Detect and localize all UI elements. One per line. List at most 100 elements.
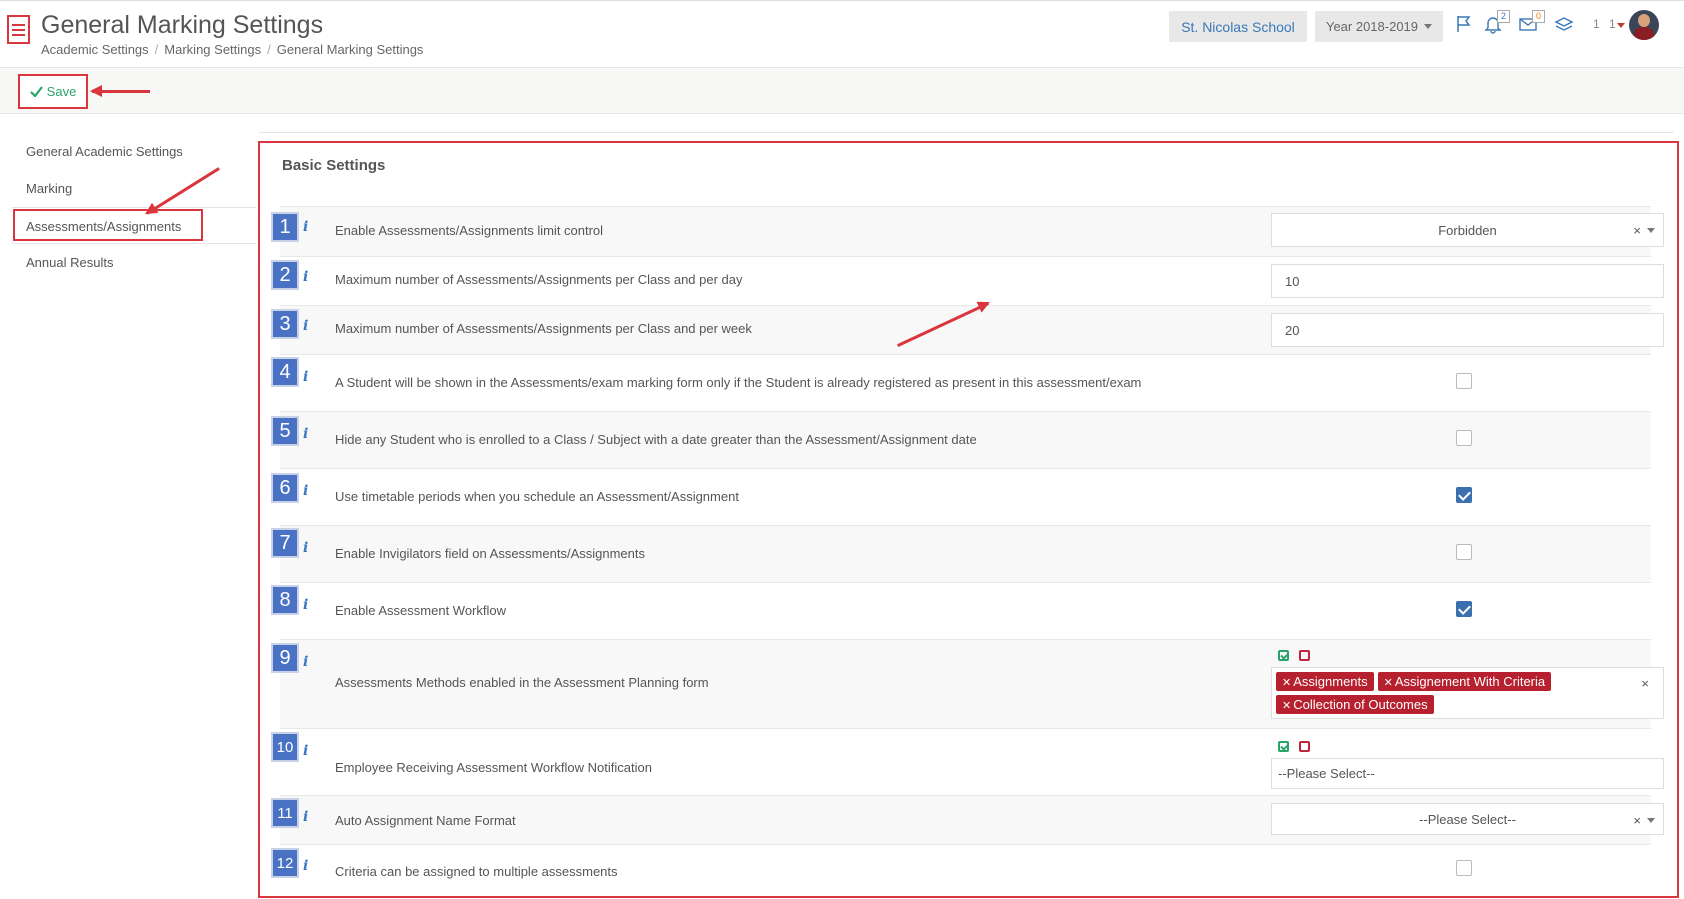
clear-icon[interactable]: ×	[1633, 223, 1641, 238]
messages-badge: 0	[1531, 10, 1545, 23]
caret-down-icon	[1424, 24, 1433, 29]
selected-tag[interactable]: ✕ Assignments	[1276, 672, 1374, 691]
max-per-day-input[interactable]: 10	[1271, 264, 1664, 298]
row-number-badge: 7	[271, 528, 299, 558]
setting-label: Employee Receiving Assessment Workflow N…	[335, 760, 652, 775]
select-all-icon[interactable]	[1278, 649, 1289, 661]
section-title: Basic Settings	[282, 157, 386, 174]
hide-later-enrolled-checkbox[interactable]	[1456, 430, 1472, 446]
row-number-badge: 5	[271, 416, 299, 446]
row-number-badge: 3	[271, 309, 299, 339]
user-name-label[interactable]: 1 1	[1593, 17, 1619, 31]
hamburger-menu-icon[interactable]	[7, 15, 30, 44]
chevron-down-icon[interactable]	[1647, 818, 1655, 823]
clear-icon[interactable]: ×	[1641, 676, 1649, 691]
invigilators-checkbox[interactable]	[1456, 544, 1472, 560]
layers-icon[interactable]	[1553, 14, 1575, 36]
setting-label: A Student will be shown in the Assessmen…	[335, 375, 1142, 390]
setting-label: Auto Assignment Name Format	[335, 813, 516, 828]
setting-row: 12 i Criteria can be assigned to multipl…	[271, 844, 1651, 891]
breadcrumb: Academic Settings / Marking Settings / G…	[41, 42, 423, 57]
bell-icon[interactable]: 2	[1482, 10, 1510, 36]
setting-row: 7 i Enable Invigilators field on Assessm…	[271, 525, 1651, 582]
setting-row: 8 i Enable Assessment Workflow	[271, 582, 1651, 639]
tag-remove-icon: ✕	[1282, 700, 1292, 712]
setting-label: Criteria can be assigned to multiple ass…	[335, 864, 618, 879]
timetable-periods-checkbox[interactable]	[1456, 487, 1472, 503]
settings-list: 1 i Enable Assessments/Assignments limit…	[271, 206, 1664, 891]
year-label: Year 2018-2019	[1325, 19, 1419, 34]
assessment-workflow-checkbox[interactable]	[1456, 601, 1472, 617]
breadcrumb-item-academic-settings[interactable]: Academic Settings	[41, 42, 149, 57]
info-icon[interactable]: i	[303, 654, 308, 670]
name-format-select[interactable]: --Please Select-- ×	[1271, 803, 1664, 835]
select-value: --Please Select--	[1419, 811, 1516, 827]
tag-remove-icon: ✕	[1282, 677, 1292, 689]
limit-control-select[interactable]: Forbidden ×	[1271, 213, 1664, 247]
sidebar: General Academic Settings Marking Assess…	[12, 133, 256, 281]
avatar[interactable]	[1629, 10, 1659, 40]
row-number-badge: 2	[271, 260, 299, 290]
selected-tag[interactable]: ✕ Collection of Outcomes	[1276, 695, 1434, 714]
info-icon[interactable]: i	[303, 318, 308, 334]
employee-notification-multiselect[interactable]: --Please Select--	[1271, 758, 1664, 789]
clear-icon[interactable]: ×	[1633, 813, 1641, 828]
sidebar-item-assessments-assignments[interactable]: Assessments/Assignments	[12, 207, 256, 244]
row-number-badge: 6	[271, 473, 299, 503]
info-icon[interactable]: i	[303, 809, 308, 825]
breadcrumb-separator: /	[267, 42, 271, 57]
row-number-badge: 8	[271, 585, 299, 615]
breadcrumb-separator: /	[154, 42, 159, 57]
assessment-methods-multiselect[interactable]: ✕ Assignments ✕ Assignement With Criteria …	[1271, 667, 1664, 719]
page: General Marking Settings Academic Settin…	[0, 0, 1684, 899]
chevron-down-icon[interactable]	[1647, 228, 1655, 233]
save-label: Save	[46, 84, 77, 99]
setting-label: Assessments Methods enabled in the Asses…	[335, 675, 709, 690]
select-value: Forbidden	[1438, 222, 1497, 238]
info-icon[interactable]: i	[303, 426, 308, 442]
setting-label: Maximum number of Assessments/Assignment…	[335, 321, 752, 336]
info-icon[interactable]: i	[303, 743, 308, 759]
setting-row: 5 i Hide any Student who is enrolled to …	[271, 411, 1651, 468]
info-icon[interactable]: i	[303, 483, 308, 499]
sidebar-item-annual-results[interactable]: Annual Results	[12, 244, 256, 281]
row-number-badge: 9	[271, 643, 299, 673]
year-selector-button[interactable]: Year 2018-2019	[1315, 11, 1443, 42]
info-icon[interactable]: i	[303, 540, 308, 556]
check-icon	[29, 86, 43, 97]
user-caret-icon[interactable]	[1617, 23, 1625, 28]
show-registered-only-checkbox[interactable]	[1456, 373, 1472, 389]
select-all-icon[interactable]	[1278, 740, 1289, 752]
setting-label: Enable Invigilators field on Assessments…	[335, 546, 645, 561]
deselect-all-icon[interactable]	[1299, 649, 1310, 661]
setting-row: 11 i Auto Assignment Name Format --Pleas…	[271, 795, 1664, 844]
selected-tag[interactable]: ✕ Assignement With Criteria	[1377, 672, 1552, 691]
envelope-icon[interactable]: 0	[1517, 10, 1545, 36]
deselect-all-icon[interactable]	[1299, 740, 1310, 752]
setting-row: 10 i Employee Receiving Assessment Workf…	[271, 728, 1664, 795]
sidebar-item-general-academic-settings[interactable]: General Academic Settings	[12, 133, 256, 170]
breadcrumb-item-marking-settings[interactable]: Marking Settings	[164, 42, 261, 57]
info-icon[interactable]: i	[303, 858, 308, 874]
setting-row: 4 i A Student will be shown in the Asses…	[271, 354, 1651, 411]
info-icon[interactable]: i	[303, 269, 308, 285]
criteria-multiple-checkbox[interactable]	[1456, 860, 1472, 876]
sidebar-item-marking[interactable]: Marking	[12, 170, 256, 207]
row-number-badge: 4	[271, 357, 299, 387]
tag-remove-icon: ✕	[1383, 677, 1393, 689]
max-per-week-input[interactable]: 20	[1271, 313, 1664, 347]
breadcrumb-item-current: General Marking Settings	[276, 42, 424, 57]
flag-icon[interactable]	[1453, 14, 1475, 36]
setting-label: Enable Assessment Workflow	[335, 603, 506, 618]
school-selector-button[interactable]: St. Nicolas School	[1169, 11, 1307, 42]
page-title: General Marking Settings	[41, 11, 324, 39]
row-number-badge: 11	[271, 798, 299, 828]
setting-label: Maximum number of Assessments/Assignment…	[335, 272, 743, 287]
basic-settings-panel: Basic Settings 1 i Enable Assessments/As…	[258, 141, 1679, 898]
info-icon[interactable]: i	[303, 597, 308, 613]
save-button[interactable]: Save	[18, 74, 88, 109]
setting-row: 2 i Maximum number of Assessments/Assign…	[271, 256, 1664, 305]
info-icon[interactable]: i	[303, 219, 308, 235]
info-icon[interactable]: i	[303, 369, 308, 385]
toolbar: Save	[0, 68, 1684, 114]
